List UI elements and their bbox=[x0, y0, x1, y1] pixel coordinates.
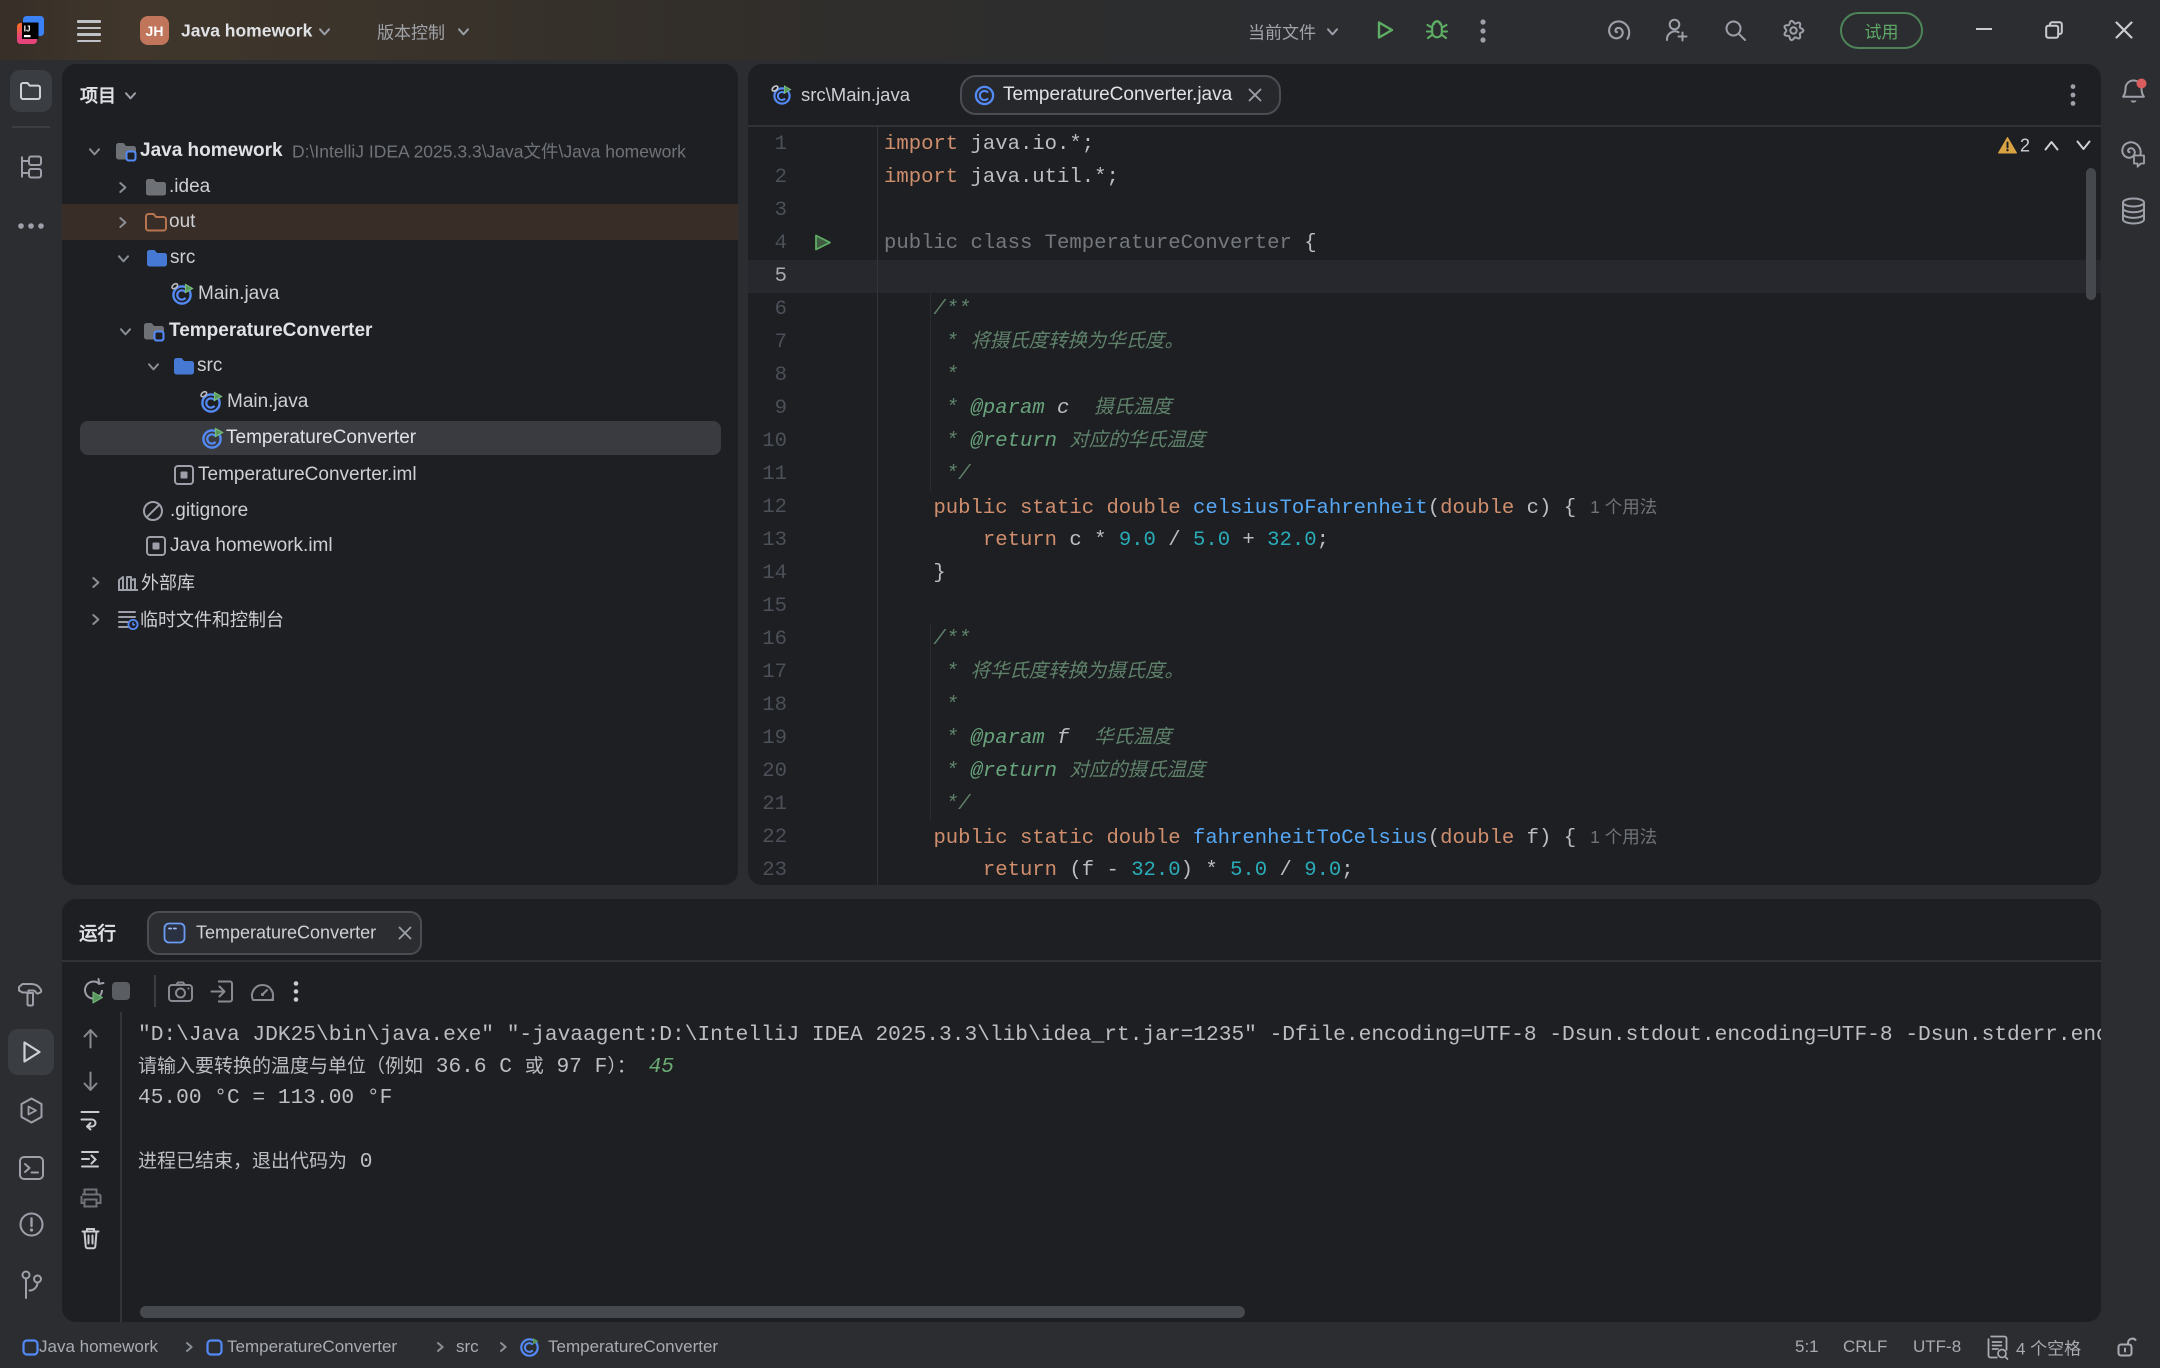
svg-text:IJ: IJ bbox=[24, 25, 31, 34]
